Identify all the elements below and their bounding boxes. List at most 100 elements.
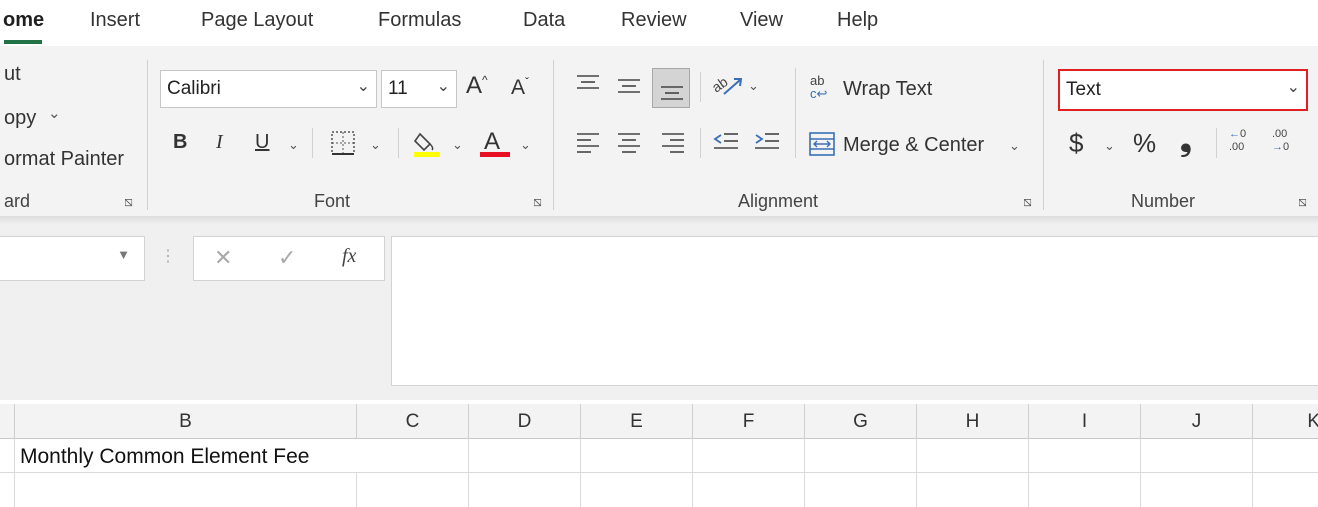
top-align-icon[interactable]: [575, 72, 601, 98]
chevron-down-icon[interactable]: ⌄: [748, 78, 759, 94]
bold-button[interactable]: B: [173, 131, 187, 154]
column-header-k[interactable]: K: [1252, 404, 1318, 438]
grow-font-icon[interactable]: A^: [466, 72, 488, 100]
chevron-down-icon[interactable]: ⌄: [1104, 138, 1115, 154]
gridline: [356, 472, 357, 507]
number-group-label: Number: [1131, 191, 1196, 211]
column-header-i[interactable]: I: [1028, 404, 1140, 438]
number-format-select[interactable]: Text ⌄: [1058, 69, 1308, 111]
tab-data[interactable]: Data: [523, 9, 565, 32]
decrease-indent-icon[interactable]: [712, 130, 740, 156]
column-header-g[interactable]: G: [804, 404, 916, 438]
italic-button[interactable]: I: [216, 131, 223, 154]
bottom-align-button[interactable]: [652, 68, 690, 108]
font-color-bar: [480, 152, 510, 157]
column-headers: B C D E F G H I J K: [0, 404, 1318, 439]
tab-view[interactable]: View: [740, 9, 783, 32]
increase-decimal-icon[interactable]: ←0.00: [1229, 128, 1246, 154]
gridline: [468, 438, 469, 507]
merge-center-icon[interactable]: [808, 131, 836, 157]
worksheet: B C D E F G H I J K Monthly Common Eleme…: [0, 400, 1318, 507]
tab-review[interactable]: Review: [621, 9, 687, 32]
bottom-align-icon: [661, 86, 683, 100]
svg-text:ab: ab: [710, 73, 731, 95]
middle-align-icon[interactable]: [616, 72, 642, 98]
align-left-icon[interactable]: [575, 130, 601, 156]
font-size-select[interactable]: 11 ⌄: [381, 70, 457, 108]
font-family-select[interactable]: Calibri ⌄: [160, 70, 377, 108]
enter-icon[interactable]: ✓: [278, 245, 296, 271]
decrease-decimal-icon[interactable]: .00 →0: [1272, 128, 1289, 154]
cancel-icon[interactable]: ✕: [214, 245, 232, 271]
gridline: [580, 438, 581, 507]
gridline: [14, 438, 15, 507]
font-size-value: 11: [388, 78, 408, 99]
shrink-font-icon[interactable]: Aˇ: [511, 75, 529, 100]
borders-icon[interactable]: [330, 130, 356, 156]
chevron-down-icon[interactable]: ⌄: [452, 137, 463, 153]
currency-icon[interactable]: $: [1069, 128, 1083, 159]
number-launcher-icon[interactable]: ⧅: [1298, 193, 1307, 210]
formula-input[interactable]: [391, 236, 1318, 386]
cell-b1[interactable]: Monthly Common Element Fee: [20, 445, 309, 469]
ribbon-shadow: [0, 216, 1318, 224]
tab-help[interactable]: Help: [837, 9, 878, 32]
clipboard-launcher-icon[interactable]: ⧅: [124, 193, 133, 210]
column-header-c[interactable]: C: [356, 404, 468, 438]
column-header-b[interactable]: B: [14, 404, 356, 438]
copy-button[interactable]: opy: [4, 107, 36, 130]
tab-home[interactable]: ome: [3, 9, 44, 32]
orientation-icon[interactable]: ab: [710, 70, 744, 100]
insert-function-icon[interactable]: fx: [342, 245, 356, 268]
fill-color-icon[interactable]: [412, 128, 442, 158]
gridline: [692, 438, 693, 507]
formula-buttons: ✕ ✓ fx: [193, 236, 385, 281]
increase-indent-icon[interactable]: [753, 130, 781, 156]
alignment-launcher-icon[interactable]: ⧅: [1023, 193, 1032, 210]
copy-dropdown-icon[interactable]: ⌄: [48, 104, 61, 122]
number-format-value: Text: [1066, 79, 1101, 100]
name-box-dropdown-icon[interactable]: ▼: [117, 247, 130, 262]
font-launcher-icon[interactable]: ⧅: [533, 193, 542, 210]
font-family-value: Calibri: [167, 78, 221, 99]
gridline: [804, 438, 805, 507]
divider: [795, 68, 796, 158]
chevron-down-icon[interactable]: ⌄: [370, 137, 381, 153]
column-header-f[interactable]: F: [692, 404, 804, 438]
column-header-h[interactable]: H: [916, 404, 1028, 438]
formula-bar: ▼ ⋮ ✕ ✓ fx: [0, 224, 1318, 400]
column-header-j[interactable]: J: [1140, 404, 1252, 438]
underline-button[interactable]: U: [255, 131, 269, 154]
clipboard-group-label: ard: [4, 191, 31, 211]
divider: [553, 60, 554, 210]
align-right-icon[interactable]: [660, 130, 686, 156]
cut-button[interactable]: ut: [4, 63, 21, 86]
merge-center-button[interactable]: Merge & Center: [843, 134, 984, 157]
column-header-d[interactable]: D: [468, 404, 580, 438]
tab-page-layout[interactable]: Page Layout: [201, 9, 313, 32]
name-box[interactable]: ▼: [0, 236, 145, 281]
comma-style-icon[interactable]: ❟: [1180, 124, 1192, 158]
font-group-label: Font: [314, 191, 351, 211]
row-divider: [0, 472, 1318, 473]
tab-insert[interactable]: Insert: [90, 9, 140, 32]
divider: [147, 60, 148, 210]
tab-formulas[interactable]: Formulas: [378, 9, 461, 32]
formula-options-icon[interactable]: ⋮: [160, 246, 176, 266]
format-painter-button[interactable]: ormat Painter: [4, 148, 124, 171]
ribbon-tabs: ome Insert Page Layout Formulas Data Rev…: [0, 0, 1318, 46]
column-header-e[interactable]: E: [580, 404, 692, 438]
chevron-down-icon[interactable]: ⌄: [1009, 138, 1020, 154]
chevron-down-icon[interactable]: ⌄: [288, 137, 299, 153]
gridline: [1252, 438, 1253, 507]
divider: [1216, 128, 1217, 158]
divider: [700, 72, 701, 102]
chevron-down-icon[interactable]: ⌄: [520, 137, 531, 153]
wrap-text-button[interactable]: Wrap Text: [843, 78, 932, 101]
wrap-text-icon[interactable]: ab c↩: [810, 74, 827, 100]
gridline: [1140, 438, 1141, 507]
chevron-down-icon: ⌄: [436, 78, 450, 95]
divider: [1043, 60, 1044, 210]
align-center-icon[interactable]: [616, 130, 642, 156]
percent-icon[interactable]: %: [1133, 128, 1156, 159]
